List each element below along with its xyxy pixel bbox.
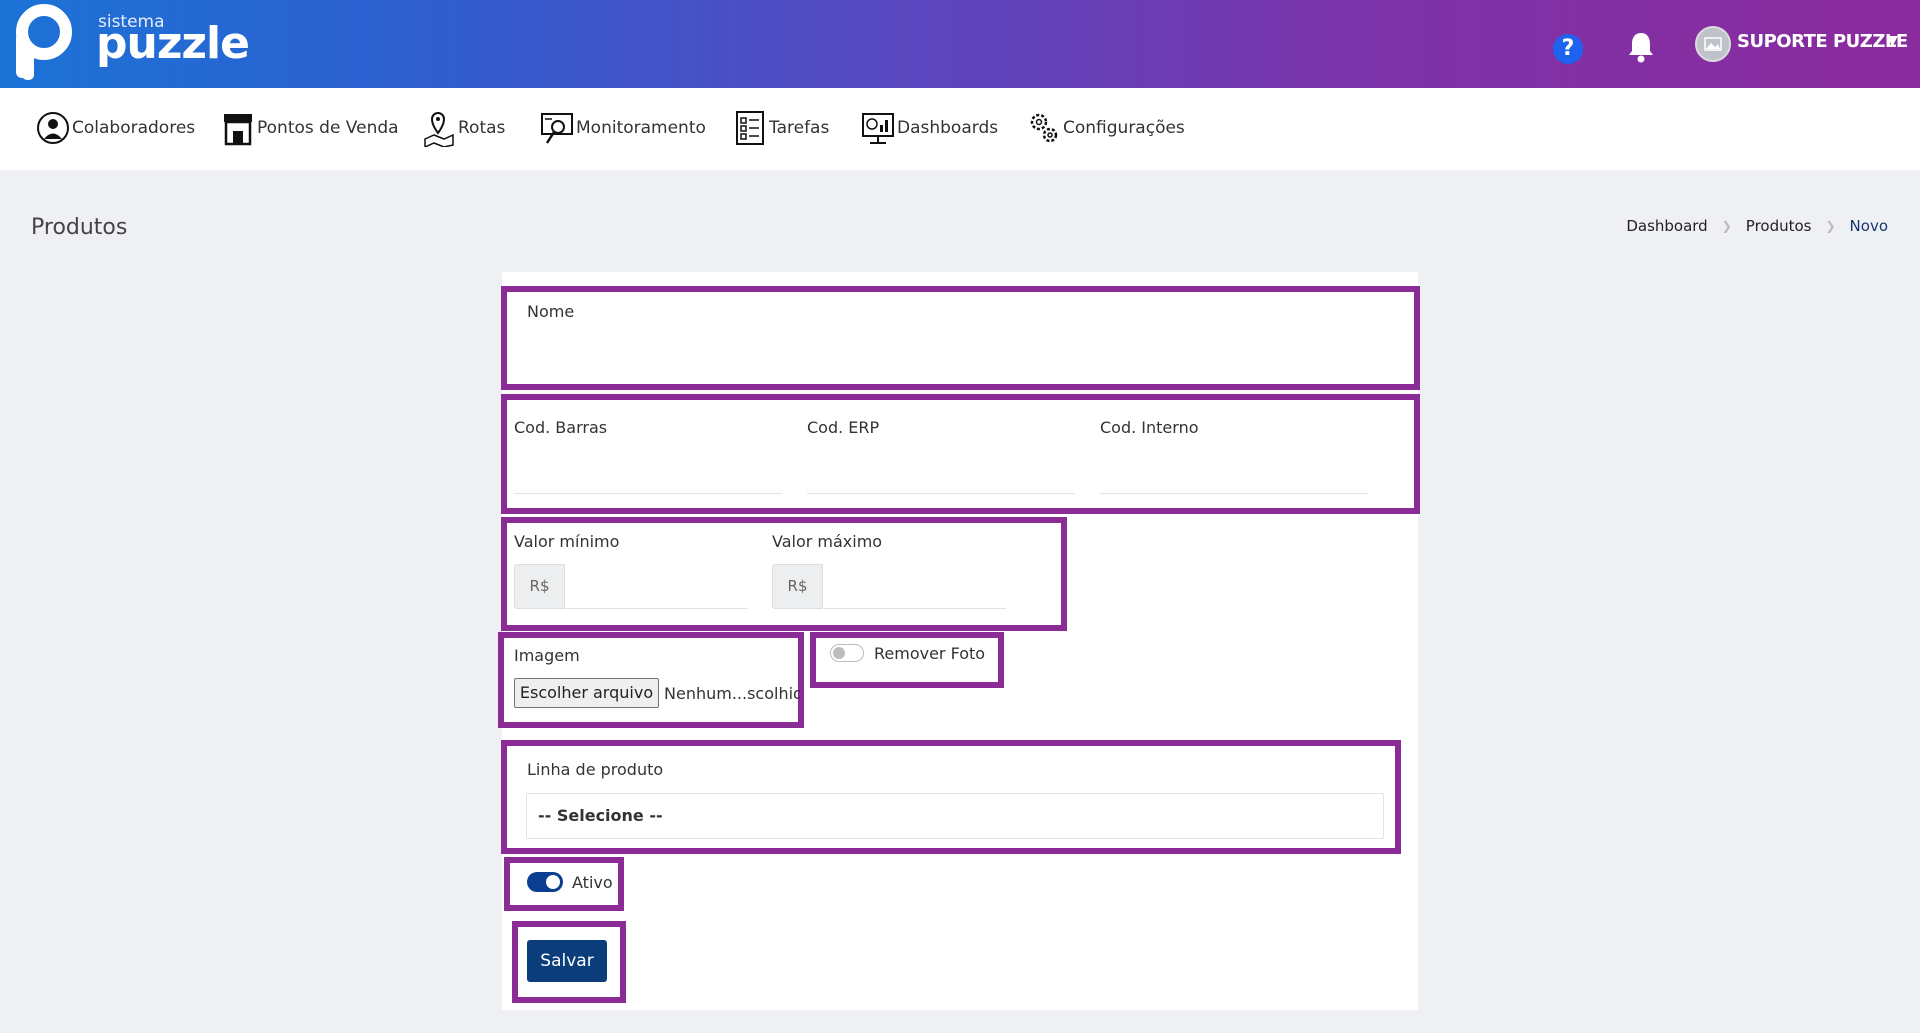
cod-interno-input[interactable] <box>1100 444 1368 493</box>
cod-barras-label: Cod. Barras <box>514 418 608 437</box>
puzzle-logo[interactable]: sistema puzzle <box>16 2 250 84</box>
ativo-label: Ativo <box>572 873 613 892</box>
nav-item-pontos-de-venda[interactable]: Pontos de Venda <box>221 108 399 148</box>
chevron-down-icon[interactable]: ▼ <box>1887 33 1898 49</box>
chevron-right-icon: ❯ <box>1721 219 1732 233</box>
nav-item-colaboradores[interactable]: Colaboradores <box>36 108 195 148</box>
remover-foto-toggle[interactable] <box>830 644 864 662</box>
linha-produto-label: Linha de produto <box>527 760 664 779</box>
cod-barras-underline <box>514 493 782 494</box>
valor-maximo-input[interactable] <box>824 564 1006 608</box>
nome-input[interactable] <box>527 328 1395 372</box>
user-menu-name[interactable]: SUPORTE PUZZLE <box>1737 31 1908 52</box>
ativo-toggle[interactable] <box>527 872 563 892</box>
top-header: sistema puzzle ? SUPORTE PUZZLE ▼ <box>0 0 1920 88</box>
cod-erp-input[interactable] <box>807 444 1075 493</box>
nav-label-configuracoes: Configurações <box>1063 118 1185 138</box>
nav-item-configuracoes[interactable]: Configurações <box>1027 108 1185 148</box>
puzzle-logo-mark-icon <box>16 4 72 80</box>
valor-maximo-label: Valor máximo <box>772 532 883 551</box>
storefront-icon <box>224 114 252 146</box>
chevron-right-icon: ❯ <box>1825 219 1836 233</box>
valor-maximo-underline <box>824 608 1006 609</box>
breadcrumb: Dashboard ❯ Produtos ❯ Novo <box>1626 217 1888 235</box>
remover-foto-label: Remover Foto <box>874 644 986 663</box>
imagem-label: Imagem <box>514 646 580 665</box>
choose-file-button[interactable]: Escolher arquivo <box>514 678 659 708</box>
page-title: Produtos <box>31 215 128 240</box>
nome-label: Nome <box>527 302 575 321</box>
checklist-icon <box>736 111 764 145</box>
bell-icon[interactable] <box>1625 30 1657 64</box>
image-placeholder-icon <box>1704 37 1722 51</box>
breadcrumb-dashboard[interactable]: Dashboard <box>1626 217 1707 235</box>
save-button[interactable]: Salvar <box>527 940 607 982</box>
dashboard-chart-icon <box>862 113 894 144</box>
nav-label-rotas: Rotas <box>458 118 506 138</box>
breadcrumb-novo: Novo <box>1849 217 1888 235</box>
map-pin-icon <box>424 112 454 147</box>
linha-produto-select[interactable]: -- Selecione -- <box>526 793 1384 839</box>
file-status-text: Nenhum...scolhido <box>664 684 800 703</box>
valor-minimo-underline <box>566 608 748 609</box>
main-nav: Colaboradores Pontos de Venda Rotas Moni… <box>0 88 1920 170</box>
user-circle-icon <box>37 112 69 144</box>
monitor-search-icon <box>541 113 573 144</box>
valor-maximo-currency-addon: R$ <box>772 564 823 609</box>
cod-erp-underline <box>807 493 1075 494</box>
nav-label-colaboradores: Colaboradores <box>72 118 196 138</box>
logo-puzzle-text: puzzle <box>96 18 250 69</box>
cod-interno-label: Cod. Interno <box>1100 418 1199 437</box>
cod-barras-input[interactable] <box>514 444 782 493</box>
valor-minimo-input[interactable] <box>566 564 748 608</box>
valor-minimo-label: Valor mínimo <box>514 532 620 551</box>
cod-erp-label: Cod. ERP <box>807 418 880 437</box>
breadcrumb-produtos[interactable]: Produtos <box>1746 217 1812 235</box>
nav-item-tarefas[interactable]: Tarefas <box>733 108 829 148</box>
valor-minimo-currency-addon: R$ <box>514 564 565 609</box>
nav-label-monitoramento: Monitoramento <box>576 118 706 138</box>
avatar[interactable] <box>1695 26 1731 62</box>
gears-icon <box>1030 113 1058 143</box>
nav-item-dashboards[interactable]: Dashboards <box>861 108 998 148</box>
question-circle-icon[interactable]: ? <box>1553 34 1583 64</box>
cod-interno-underline <box>1100 493 1368 494</box>
nav-item-rotas[interactable]: Rotas <box>422 108 505 148</box>
nav-label-pontos-de-venda: Pontos de Venda <box>257 118 399 138</box>
nav-label-dashboards: Dashboards <box>897 118 999 138</box>
nav-item-monitoramento[interactable]: Monitoramento <box>540 108 706 148</box>
nav-label-tarefas: Tarefas <box>769 118 830 138</box>
